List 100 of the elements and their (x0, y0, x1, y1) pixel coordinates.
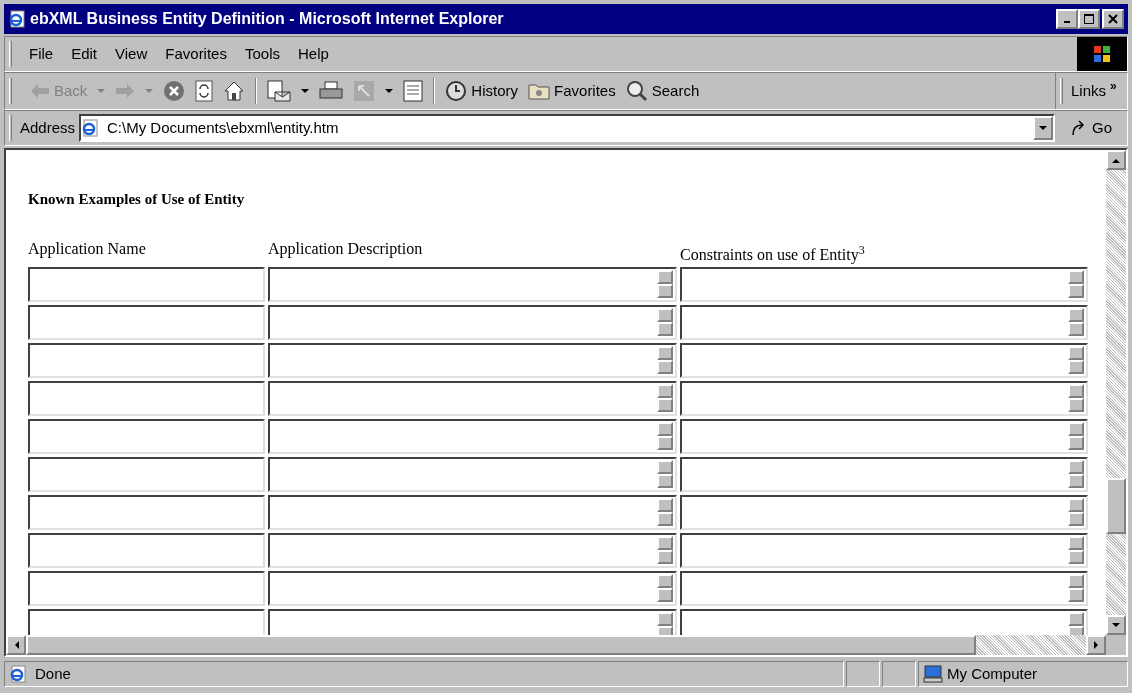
section-heading: Known Examples of Use of Entity (28, 190, 246, 209)
caret-icon[interactable] (1112, 622, 1120, 628)
scroll-arrows[interactable] (657, 270, 673, 298)
maximize-icon (1084, 14, 1094, 24)
minimize-icon (1064, 21, 1070, 23)
close-icon (1108, 14, 1118, 24)
right-arrow-icon (1093, 641, 1099, 649)
scroll-arrows[interactable] (1068, 346, 1084, 374)
scroll-arrows[interactable] (657, 536, 673, 564)
scroll-arrows[interactable] (657, 498, 673, 526)
caret-icon[interactable] (1039, 125, 1047, 131)
text-area[interactable] (680, 418, 1088, 454)
more-links-chevron[interactable]: » (1110, 77, 1117, 95)
menu-item[interactable]: Tools (235, 42, 289, 66)
column-header: Constraints on use of Entity$^{3}$ (680, 242, 866, 266)
input-field[interactable] (28, 494, 265, 530)
text-area[interactable] (268, 380, 677, 416)
zone-text: My Computer (947, 663, 1038, 684)
history-button[interactable]: History (445, 79, 519, 103)
menu-item[interactable]: Help (289, 42, 338, 66)
search-button[interactable]: Search (625, 79, 700, 103)
go-button[interactable]: Go (1055, 116, 1127, 140)
favorites-button[interactable]: Favorites (528, 79, 616, 103)
scroll-arrows[interactable] (657, 384, 673, 412)
text-area[interactable] (680, 380, 1088, 416)
input-field[interactable] (28, 418, 265, 454)
scroll-arrows[interactable] (1068, 384, 1084, 412)
clock-icon (445, 80, 468, 102)
scroll-arrows[interactable] (1068, 498, 1084, 526)
left-arrow-icon (13, 641, 19, 649)
text-area[interactable] (268, 456, 677, 492)
page-icon (9, 665, 27, 683)
left-arrow-icon (30, 83, 50, 99)
input-field[interactable] (28, 532, 265, 568)
text-area[interactable] (680, 608, 1088, 635)
scroll-arrows[interactable] (1068, 536, 1084, 564)
menu-item[interactable]: File (20, 42, 63, 66)
scroll-arrows[interactable] (657, 612, 673, 635)
maximize-button[interactable] (1078, 9, 1100, 29)
close-button[interactable] (1102, 9, 1124, 29)
text-area[interactable] (268, 418, 677, 454)
text-area[interactable] (268, 570, 677, 606)
menu-item[interactable]: Edit (62, 42, 107, 66)
address-value: C:\My Documents\ebxml\entity.htm (107, 117, 339, 138)
scroll-arrows[interactable] (1068, 574, 1084, 602)
scroll-arrows[interactable] (1068, 422, 1084, 450)
text-area[interactable] (680, 456, 1088, 492)
input-field[interactable] (28, 266, 265, 302)
caret-icon[interactable] (385, 88, 394, 94)
scroll-arrows[interactable] (657, 460, 673, 488)
minimize-button[interactable] (1056, 9, 1078, 29)
text-area[interactable] (680, 570, 1088, 606)
text-area[interactable] (680, 342, 1088, 378)
address-label: Address (20, 117, 76, 138)
text-area[interactable] (680, 304, 1088, 340)
input-field[interactable] (28, 304, 265, 340)
scroll-arrows[interactable] (1068, 460, 1084, 488)
text-area[interactable] (268, 304, 677, 340)
input-field[interactable] (28, 380, 265, 416)
scroll-arrows[interactable] (1068, 612, 1084, 635)
text-area[interactable] (268, 608, 677, 635)
input-field[interactable] (28, 608, 265, 635)
browser-icon (8, 10, 26, 28)
folder-icon (528, 82, 551, 100)
scroll-arrows[interactable] (1068, 308, 1084, 336)
text-area[interactable] (268, 494, 677, 530)
status-pane (882, 661, 916, 687)
text-area[interactable] (680, 266, 1088, 302)
scroll-arrows[interactable] (657, 346, 673, 374)
address-field[interactable]: C:\My Documents\ebxml\entity.htm (79, 114, 1055, 142)
menu-item[interactable]: View (106, 42, 157, 66)
scroll-arrows[interactable] (657, 574, 673, 602)
print-icon[interactable] (319, 81, 344, 101)
column-header: Application Description (268, 238, 424, 260)
refresh-icon[interactable] (195, 80, 214, 102)
scroll-thumb[interactable] (1106, 478, 1126, 534)
text-area[interactable] (268, 342, 677, 378)
window-title: ebXML Business Entity Definition - Microsoft Internet Explorer (30, 9, 504, 29)
input-field[interactable] (28, 570, 265, 606)
dropdown-button[interactable] (1033, 116, 1053, 140)
input-field[interactable] (28, 342, 265, 378)
mail-icon[interactable] (267, 80, 292, 102)
caret-icon[interactable] (301, 88, 310, 94)
input-field[interactable] (28, 456, 265, 492)
stop-icon[interactable] (163, 80, 186, 102)
search-icon (625, 80, 648, 102)
column-header: Application Name (28, 238, 147, 260)
scroll-arrows[interactable] (657, 308, 673, 336)
text-area[interactable] (268, 266, 677, 302)
menu-item[interactable]: Favorites (156, 42, 236, 66)
scroll-arrows[interactable] (657, 422, 673, 450)
text-area[interactable] (268, 532, 677, 568)
status-pane (846, 661, 880, 687)
home-icon[interactable] (223, 80, 246, 102)
document-icon[interactable] (403, 80, 424, 102)
vertical-scrollbar[interactable] (1106, 150, 1126, 635)
text-area[interactable] (680, 494, 1088, 530)
scroll-arrows[interactable] (1068, 270, 1084, 298)
text-area[interactable] (680, 532, 1088, 568)
links-button[interactable]: Links (1071, 79, 1107, 103)
